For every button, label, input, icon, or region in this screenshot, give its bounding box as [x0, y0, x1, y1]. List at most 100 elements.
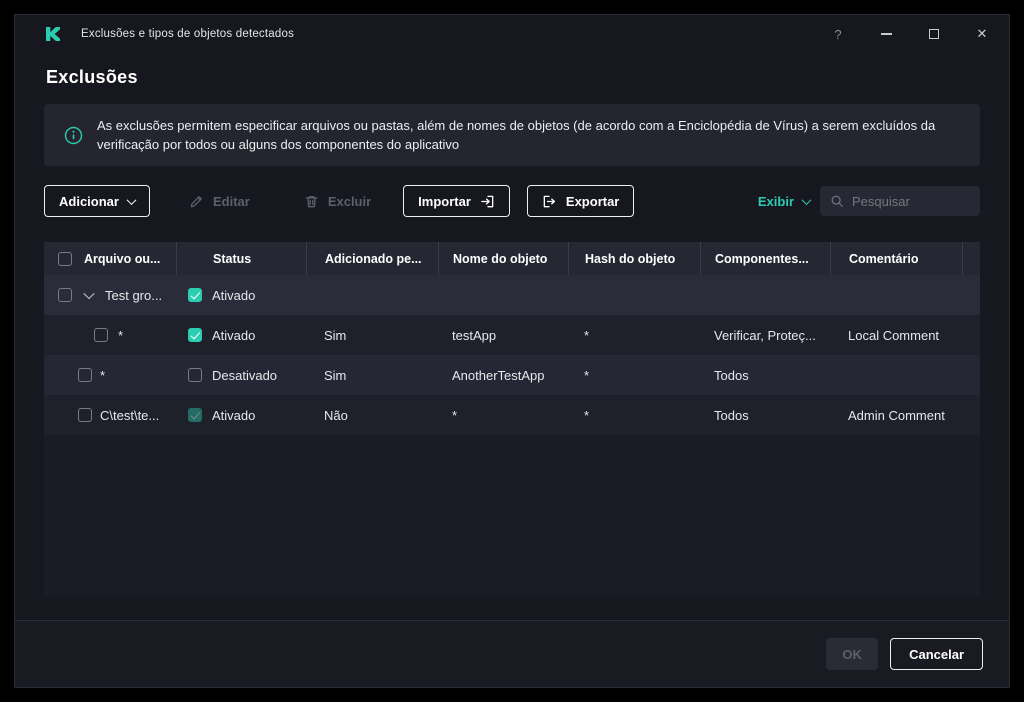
- row-select-checkbox[interactable]: [78, 368, 92, 382]
- minimize-icon[interactable]: [876, 23, 896, 45]
- cell-object-hash: *: [568, 355, 700, 395]
- cell-spacer: [962, 315, 980, 355]
- cell-name: Test gro...: [44, 275, 176, 315]
- column-label: Arquivo ou...: [84, 252, 160, 266]
- cell-added-by: Sim: [306, 355, 438, 395]
- search-box: [820, 186, 980, 216]
- table-row-group[interactable]: Test gro... Ativado: [44, 275, 980, 315]
- cell-object-hash: [568, 275, 700, 315]
- footer-bar: OK Cancelar: [15, 620, 1009, 687]
- cell-components: Todos: [700, 355, 830, 395]
- table-header-row: Arquivo ou... Status Adicionado pe... No…: [44, 242, 980, 275]
- status-label: Ativado: [212, 288, 255, 303]
- cell-name: *: [44, 315, 176, 355]
- cell-object-name: AnotherTestApp: [438, 355, 568, 395]
- exclusions-table: Arquivo ou... Status Adicionado pe... No…: [44, 242, 980, 597]
- status-checkbox[interactable]: [188, 288, 202, 302]
- help-icon[interactable]: ?: [828, 23, 848, 45]
- cell-object-name: testApp: [438, 315, 568, 355]
- file-name: *: [118, 328, 123, 343]
- status-label: Desativado: [212, 368, 277, 383]
- view-toggle[interactable]: Exibir: [758, 194, 810, 209]
- cell-object-hash: *: [568, 315, 700, 355]
- dialog-window: Exclusões e tipos de objetos detectados …: [14, 14, 1010, 688]
- search-icon: [830, 194, 844, 208]
- status-label: Ativado: [212, 328, 255, 343]
- header-added-by: Adicionado pe...: [306, 242, 438, 275]
- import-icon: [480, 194, 495, 209]
- header-spacer: [962, 242, 980, 275]
- row-select-checkbox[interactable]: [78, 408, 92, 422]
- edit-button-label: Editar: [213, 194, 250, 209]
- cell-object-hash: *: [568, 395, 700, 435]
- export-button-label: Exportar: [566, 194, 619, 209]
- column-label: Nome do objeto: [453, 252, 547, 266]
- export-icon: [542, 194, 557, 209]
- file-name: C\test\te...: [100, 408, 159, 423]
- cell-spacer: [962, 275, 980, 315]
- add-button-label: Adicionar: [59, 194, 119, 209]
- window-title: Exclusões e tipos de objetos detectados: [81, 28, 294, 40]
- titlebar: Exclusões e tipos de objetos detectados …: [15, 15, 1009, 53]
- cell-added-by: [306, 275, 438, 315]
- header-status: Status: [176, 242, 306, 275]
- info-banner: As exclusões permitem especificar arquiv…: [44, 104, 980, 166]
- pencil-icon: [189, 194, 204, 209]
- cell-object-name: *: [438, 395, 568, 435]
- cell-comment: [830, 275, 962, 315]
- header-comment: Comentário: [830, 242, 962, 275]
- status-checkbox[interactable]: [188, 408, 202, 422]
- delete-button-label: Excluir: [328, 194, 371, 209]
- row-select-checkbox[interactable]: [94, 328, 108, 342]
- cancel-button[interactable]: Cancelar: [890, 638, 983, 670]
- cell-added-by: Sim: [306, 315, 438, 355]
- maximize-icon[interactable]: [924, 23, 944, 45]
- ok-button[interactable]: OK: [826, 638, 878, 670]
- delete-button[interactable]: Excluir: [289, 185, 386, 217]
- cell-status: Ativado: [176, 395, 306, 435]
- edit-button[interactable]: Editar: [174, 185, 265, 217]
- export-button[interactable]: Exportar: [527, 185, 634, 217]
- cell-comment: [830, 355, 962, 395]
- column-label: Componentes...: [715, 252, 809, 266]
- cell-components: Todos: [700, 395, 830, 435]
- cell-comment: Local Comment: [830, 315, 962, 355]
- toolbar: Adicionar Editar Excluir Importar Export…: [44, 185, 980, 217]
- content-area: Exclusões As exclusões permitem especifi…: [15, 53, 1009, 620]
- column-label: Hash do objeto: [585, 252, 675, 266]
- cell-added-by: Não: [306, 395, 438, 435]
- cell-comment: Admin Comment: [830, 395, 962, 435]
- column-label: Comentário: [849, 252, 918, 266]
- group-name: Test gro...: [105, 288, 162, 303]
- import-button-label: Importar: [418, 194, 471, 209]
- status-label: Ativado: [212, 408, 255, 423]
- page-title: Exclusões: [46, 67, 980, 88]
- header-components: Componentes...: [700, 242, 830, 275]
- cell-status: Desativado: [176, 355, 306, 395]
- select-all-checkbox[interactable]: [58, 252, 72, 266]
- status-checkbox[interactable]: [188, 328, 202, 342]
- table-row[interactable]: * Desativado Sim AnotherTestApp * Todos: [44, 355, 980, 395]
- close-icon[interactable]: ✕: [972, 23, 992, 45]
- collapse-chevron-icon[interactable]: [83, 288, 94, 299]
- view-toggle-label: Exibir: [758, 194, 794, 209]
- cell-components: [700, 275, 830, 315]
- table-row[interactable]: * Ativado Sim testApp * Verificar, Prote…: [44, 315, 980, 355]
- minimize-glyph: [881, 33, 892, 35]
- header-file-or-folder: Arquivo ou...: [44, 242, 176, 275]
- window-controls: ? ✕: [828, 23, 992, 45]
- column-label: Status: [213, 252, 251, 266]
- status-checkbox[interactable]: [188, 368, 202, 382]
- search-input[interactable]: [852, 194, 970, 209]
- chevron-down-icon: [127, 195, 137, 205]
- cell-object-name: [438, 275, 568, 315]
- cell-name: *: [44, 355, 176, 395]
- add-button[interactable]: Adicionar: [44, 185, 150, 217]
- table-empty-area: [44, 435, 980, 597]
- row-select-checkbox[interactable]: [58, 288, 72, 302]
- chevron-down-icon: [802, 195, 812, 205]
- header-object-hash: Hash do objeto: [568, 242, 700, 275]
- table-row[interactable]: C\test\te... Ativado Não * * Todos Admin…: [44, 395, 980, 435]
- import-button[interactable]: Importar: [403, 185, 510, 217]
- trash-icon: [304, 194, 319, 209]
